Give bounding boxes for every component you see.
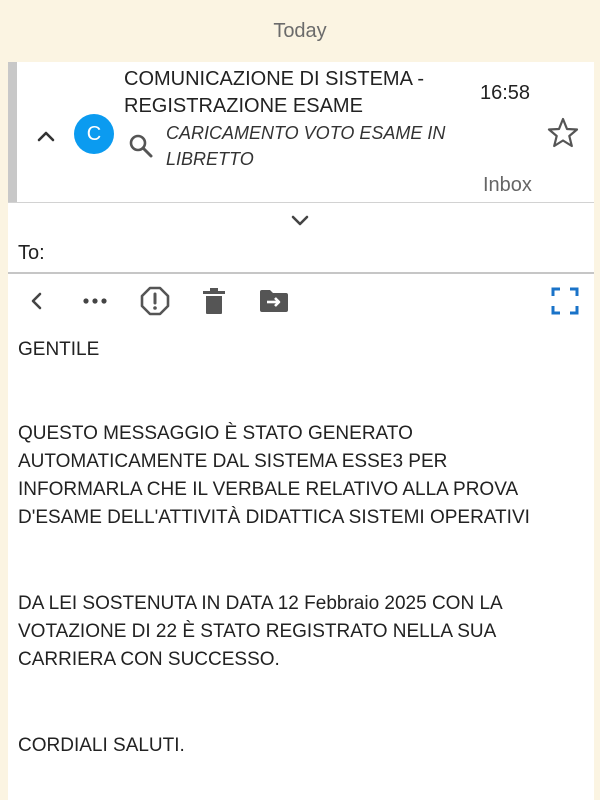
date-header: Today <box>273 19 327 42</box>
folder-label: Inbox <box>483 174 532 196</box>
body-line: QUESTO MESSAGGIO È STATO GENERATO <box>18 423 413 444</box>
preview-line-2: LIBRETTO <box>166 149 254 169</box>
subject-line-2: REGISTRAZIONE ESAME <box>124 95 363 117</box>
more-options-button[interactable] <box>78 284 112 318</box>
body-paragraph-2: DA LEI SOSTENUTA IN DATA 12 Febbraio 202… <box>18 590 588 674</box>
body-line: AUTOMATICAMENTE DAL SISTEMA ESSE3 PER <box>18 451 448 472</box>
selection-accent-bar <box>8 62 17 202</box>
body-line: VOTAZIONE DI 22 È STATO REGISTRATO NELLA… <box>18 621 497 642</box>
body-line: INFORMARLA CHE IL VERBALE RELATIVO ALLA … <box>18 479 519 500</box>
message-card: C COMUNICAZIONE DI SISTEMA - REGISTRAZIO… <box>8 62 594 800</box>
more-icon <box>83 298 107 304</box>
report-spam-button[interactable] <box>138 284 172 318</box>
back-icon <box>31 292 42 310</box>
star-button[interactable] <box>546 116 580 150</box>
search-button[interactable] <box>126 132 156 162</box>
recipient-to-label: To: <box>18 242 45 264</box>
move-to-folder-icon <box>260 290 288 312</box>
body-line: CARRIERA CON SUCCESSO. <box>18 649 280 670</box>
back-button[interactable] <box>20 284 54 318</box>
delete-button[interactable] <box>197 284 231 318</box>
sender-avatar[interactable]: C <box>74 114 114 154</box>
collapse-button[interactable] <box>32 122 60 150</box>
email-preview: CARICAMENTO VOTO ESAME IN LIBRETTO <box>166 120 476 172</box>
preview-line-1: CARICAMENTO VOTO ESAME IN <box>166 123 446 143</box>
header-divider <box>8 202 594 203</box>
delete-icon <box>203 288 225 314</box>
move-to-folder-button[interactable] <box>257 284 291 318</box>
email-subject: COMUNICAZIONE DI SISTEMA - REGISTRAZIONE… <box>124 66 464 120</box>
body-closing: CORDIALI SALUTI. <box>18 735 185 756</box>
search-icon <box>129 134 153 158</box>
received-time: 16:58 <box>480 82 531 104</box>
fullscreen-icon <box>551 287 579 315</box>
recipient-divider <box>8 272 594 274</box>
body-greeting: GENTILE <box>18 339 100 360</box>
body-line: DA LEI SOSTENUTA IN DATA 12 Febbraio 202… <box>18 593 503 614</box>
expand-details-button[interactable] <box>286 207 314 233</box>
chevron-up-icon <box>37 131 55 142</box>
fullscreen-button[interactable] <box>548 284 582 318</box>
star-icon <box>547 117 579 148</box>
chevron-down-icon <box>291 215 309 226</box>
body-line: D'ESAME DELL'ATTIVITÀ DIDATTICA SISTEMI … <box>18 507 530 528</box>
report-spam-icon <box>140 286 170 316</box>
subject-line-1: COMUNICAZIONE DI SISTEMA - <box>124 68 425 90</box>
body-paragraph-1: QUESTO MESSAGGIO È STATO GENERATO AUTOMA… <box>18 420 588 532</box>
